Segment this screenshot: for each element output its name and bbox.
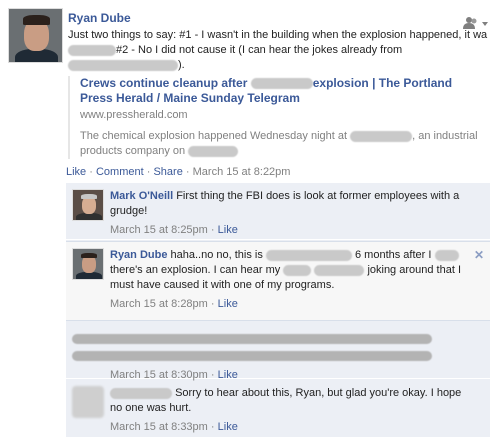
comment-link[interactable]: Comment	[96, 166, 144, 178]
redacted-text	[110, 387, 172, 399]
commenter-name[interactable]: Mark O'Neill	[110, 190, 173, 202]
redacted-text	[188, 145, 239, 157]
redacted-text	[314, 264, 365, 276]
comment-timestamp[interactable]: March 15 at 8:33pm	[110, 421, 208, 433]
comment-like-link[interactable]: Like	[218, 298, 238, 310]
redacted-text	[434, 249, 459, 261]
separator-dot: ·	[185, 166, 190, 178]
post-author-name[interactable]: Ryan Dube	[68, 11, 131, 25]
commenter-avatar[interactable]	[72, 189, 104, 221]
close-icon[interactable]: ✕	[474, 248, 484, 262]
comment-timestamp[interactable]: March 15 at 8:25pm	[110, 224, 208, 236]
comment-meta: March 15 at 8:25pm · Like	[110, 223, 470, 238]
link-title-part1[interactable]: Crews continue cleanup after	[80, 76, 247, 90]
separator-dot: ·	[210, 298, 215, 310]
comment-item: Sorry to hear about this, Ryan, but glad…	[66, 380, 490, 438]
shared-link-url[interactable]: www.pressherald.com	[80, 109, 488, 121]
comment-body: Ryan Dube haha..no no, this is 6 months …	[110, 248, 470, 312]
redacted-text	[283, 264, 312, 276]
redacted-text	[250, 78, 313, 90]
comment-item: Ryan Dube haha..no no, this is 6 months …	[66, 241, 490, 321]
share-link[interactable]: Share	[153, 166, 182, 178]
redacted-text	[68, 44, 116, 56]
post-actions: Like · Comment · Share · March 15 at 8:2…	[66, 166, 290, 178]
comment-body: Sorry to hear about this, Ryan, but glad…	[110, 386, 470, 435]
shared-link-description: The chemical explosion happened Wednesda…	[80, 129, 488, 159]
redacted-text	[350, 130, 413, 142]
commenter-name[interactable]: Ryan Dube	[110, 249, 167, 261]
comments-list: Mark O'Neill First thing the FBI does is…	[66, 183, 490, 438]
separator-dot: ·	[210, 421, 215, 433]
comment-like-link[interactable]: Like	[218, 224, 238, 236]
redacted-text	[72, 334, 432, 345]
separator-dot: ·	[146, 166, 151, 178]
shared-link-preview: Crews continue cleanup after explosion |…	[68, 76, 488, 159]
facebook-post: Ryan Dube Just two things to say: #1 - I…	[0, 0, 499, 438]
comment-body: Mark O'Neill First thing the FBI does is…	[110, 189, 470, 238]
post-text-part2: #2 - No I did not cause it (I can hear t…	[116, 44, 403, 56]
comment-item: March 15 at 8:30pm · Like	[66, 322, 490, 381]
comment-meta: March 15 at 8:33pm · Like	[110, 420, 470, 435]
comment-text-part1: haha..no no, this is	[170, 249, 263, 261]
comment-item: Mark O'Neill First thing the FBI does is…	[66, 183, 490, 240]
shared-link-title[interactable]: Crews continue cleanup after explosion |…	[80, 76, 488, 106]
comment-meta: March 15 at 8:28pm · Like	[110, 297, 470, 312]
author-avatar[interactable]	[8, 8, 63, 63]
post-timestamp[interactable]: March 15 at 8:22pm	[193, 166, 291, 178]
commenter-avatar[interactable]	[72, 248, 104, 280]
comment-text-part3: there's an explosion. I can hear my	[110, 264, 281, 276]
link-desc-part1: The chemical explosion happened Wednesda…	[80, 130, 348, 142]
like-link[interactable]: Like	[66, 166, 86, 178]
redacted-text	[265, 249, 352, 261]
redacted-text	[72, 351, 432, 362]
separator-dot: ·	[210, 224, 215, 236]
commenter-avatar[interactable]	[72, 386, 104, 418]
separator-dot: ·	[89, 166, 93, 178]
redacted-comment	[72, 332, 432, 362]
comment-like-link[interactable]: Like	[218, 421, 238, 433]
post-text-part1: Just two things to say: #1 - I wasn't in…	[68, 29, 488, 41]
post-text-part3: ).	[178, 59, 185, 71]
comment-body: March 15 at 8:30pm · Like	[72, 328, 432, 383]
comment-text-part2: 6 months after I	[355, 249, 432, 261]
post-body: Just two things to say: #1 - I wasn't in…	[68, 28, 488, 73]
comment-timestamp[interactable]: March 15 at 8:28pm	[110, 298, 208, 310]
redacted-text	[68, 59, 178, 71]
